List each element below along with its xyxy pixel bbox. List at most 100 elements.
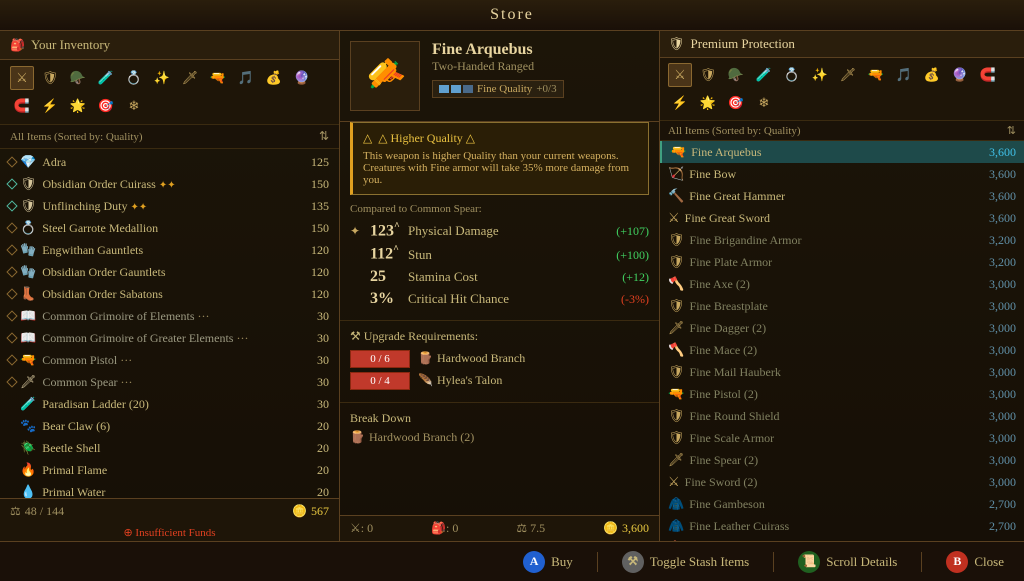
- list-item[interactable]: 🪓 Common Great Axe 180: [660, 537, 1024, 541]
- list-item[interactable]: 🛡 Obsidian Order Cuirass ✦✦ 150: [0, 173, 339, 195]
- list-item[interactable]: 👢 Obsidian Order Sabatons 120: [0, 283, 339, 305]
- list-item[interactable]: 💎 Adra 125: [0, 151, 339, 173]
- list-item[interactable]: 🛡 Fine Round Shield 3,000: [660, 405, 1024, 427]
- list-item[interactable]: 📖 Common Grimoire of Elements ··· 30: [0, 305, 339, 327]
- cat-icon-star[interactable]: 🌟: [66, 94, 90, 118]
- list-item[interactable]: 🛡 Fine Breastplate 3,000: [660, 295, 1024, 317]
- list-item[interactable]: ⚔ Fine Great Sword 3,600: [660, 207, 1024, 229]
- inventory-filter-icon[interactable]: ⇅: [319, 129, 329, 144]
- list-item[interactable]: 🛡 Fine Plate Armor 3,200: [660, 251, 1024, 273]
- store-cat-ring[interactable]: 💍: [780, 63, 804, 87]
- cat-icon-all[interactable]: ⚔: [10, 66, 34, 90]
- store-cat-star[interactable]: 🌟: [696, 91, 720, 115]
- list-item[interactable]: 🐾 Bear Claw (6) 20: [0, 415, 339, 437]
- list-item[interactable]: 🔫 Common Pistol ··· 30: [0, 349, 339, 371]
- list-item[interactable]: 🔫 Fine Pistol (2) 3,000: [660, 383, 1024, 405]
- list-item[interactable]: 🗡 Fine Dagger (2) 3,000: [660, 317, 1024, 339]
- list-item[interactable]: 🧥 Fine Gambeson 2,700: [660, 493, 1024, 515]
- physical-damage-name: Physical Damage: [408, 223, 610, 239]
- cat-icon-target[interactable]: 🎯: [94, 94, 118, 118]
- list-item[interactable]: 🔨 Fine Great Hammer 3,600: [660, 185, 1024, 207]
- store-cat-lightning[interactable]: ⚡: [668, 91, 692, 115]
- item-diamond: [6, 200, 17, 211]
- stat-row: ✦ 123^ Physical Damage (+107): [350, 221, 649, 240]
- list-item[interactable]: 💧 Primal Water 20: [0, 481, 339, 498]
- cat-icon-helm[interactable]: 🪖: [66, 66, 90, 90]
- upgrade-item-2: 🪶 Hylea's Talon: [418, 373, 502, 388]
- cat-icon-shield[interactable]: 🛡: [38, 66, 62, 90]
- list-item[interactable]: 📖 Common Grimoire of Greater Elements ··…: [0, 327, 339, 349]
- list-item[interactable]: 🧤 Engwithan Gauntlets 120: [0, 239, 339, 261]
- list-item[interactable]: 🧪 Paradisan Ladder (20) 30: [0, 393, 339, 415]
- cat-icon-magnet[interactable]: 🧲: [10, 94, 34, 118]
- store-item-icon: 🏹: [668, 166, 684, 182]
- store-item-icon: 🛡: [668, 364, 685, 380]
- item-icon: 🧤: [20, 242, 36, 258]
- store-cat-all[interactable]: ⚔: [668, 63, 692, 87]
- list-item[interactable]: 🛡 Fine Mail Hauberk 3,000: [660, 361, 1024, 383]
- store-cat-potion[interactable]: 🧪: [752, 63, 776, 87]
- cat-icon-gun[interactable]: 🔫: [206, 66, 230, 90]
- store-cat-snowflake[interactable]: ❄: [752, 91, 776, 115]
- quality-badge: Fine Quality +0/3: [432, 80, 564, 98]
- cat-icon-lightning[interactable]: ⚡: [38, 94, 62, 118]
- store-cat-orb[interactable]: 🔮: [948, 63, 972, 87]
- store-cat-shield[interactable]: 🛡: [696, 63, 720, 87]
- cat-icon-potion[interactable]: 🧪: [94, 66, 118, 90]
- store-cat-magic[interactable]: ✨: [808, 63, 832, 87]
- weight-icon: ⚖: [10, 504, 21, 519]
- item-value: 125: [294, 155, 329, 170]
- upgrade-section: ⚒ Upgrade Requirements: 0 / 6 🪵 Hardwood…: [340, 321, 659, 403]
- cat-icon-magic[interactable]: ✨: [150, 66, 174, 90]
- upgrade-item-1: 🪵 Hardwood Branch: [418, 351, 525, 366]
- cat-icon-dagger[interactable]: 🗡: [178, 66, 202, 90]
- store-filter-icon[interactable]: ⇅: [1007, 124, 1016, 137]
- cat-icon-orb[interactable]: 🔮: [290, 66, 314, 90]
- list-item[interactable]: 🔥 Primal Flame 20: [0, 459, 339, 481]
- cat-icon-snowflake[interactable]: ❄: [122, 94, 146, 118]
- cat-icon-ring[interactable]: 💍: [122, 66, 146, 90]
- store-cat-dagger[interactable]: 🗡: [836, 63, 860, 87]
- premium-title: 🛡 Premium Protection: [668, 36, 795, 52]
- item-icon: 🧪: [20, 396, 36, 412]
- close-action[interactable]: B Close: [946, 551, 1004, 573]
- list-item[interactable]: 🔫 Fine Arquebus 3,600: [660, 141, 1024, 163]
- toggle-stash-action[interactable]: ⚒ Toggle Stash Items: [622, 551, 749, 573]
- store-item-name: Fine Dagger (2): [690, 321, 966, 336]
- inventory-icon: 🎒: [10, 38, 25, 53]
- store-cat-gun[interactable]: 🔫: [864, 63, 888, 87]
- store-item-price: 3,000: [971, 299, 1016, 314]
- list-item[interactable]: ⚔ Fine Sword (2) 3,000: [660, 471, 1024, 493]
- list-item[interactable]: 🛡 Fine Scale Armor 3,000: [660, 427, 1024, 449]
- list-item[interactable]: 🧤 Obsidian Order Gauntlets 120: [0, 261, 339, 283]
- list-item[interactable]: 🪓 Fine Mace (2) 3,000: [660, 339, 1024, 361]
- list-item[interactable]: 🛡 Fine Brigandine Armor 3,200: [660, 229, 1024, 251]
- store-cat-target[interactable]: 🎯: [724, 91, 748, 115]
- cat-icon-music[interactable]: 🎵: [234, 66, 258, 90]
- list-item[interactable]: 💍 Steel Garrote Medallion 150: [0, 217, 339, 239]
- list-item[interactable]: 🗡 Fine Spear (2) 3,000: [660, 449, 1024, 471]
- store-cat-coin[interactable]: 💰: [920, 63, 944, 87]
- item-value: 30: [294, 397, 329, 412]
- list-item[interactable]: 🪓 Fine Axe (2) 3,000: [660, 273, 1024, 295]
- divider: [773, 552, 774, 572]
- store-list[interactable]: 🔫 Fine Arquebus 3,600 🏹 Fine Bow 3,600 🔨…: [660, 141, 1024, 541]
- store-cat-helm[interactable]: 🪖: [724, 63, 748, 87]
- list-item[interactable]: 🪲 Beetle Shell 20: [0, 437, 339, 459]
- list-item[interactable]: 🧥 Fine Leather Cuirass 2,700: [660, 515, 1024, 537]
- store-item-price: 3,000: [971, 409, 1016, 424]
- list-item[interactable]: 🛡 Unflinching Duty ✦✦ 135: [0, 195, 339, 217]
- list-item[interactable]: 🗡 Common Spear ··· 30: [0, 371, 339, 393]
- store-cat-music[interactable]: 🎵: [892, 63, 916, 87]
- scroll-details-action[interactable]: 📜 Scroll Details: [798, 551, 897, 573]
- list-item[interactable]: 🏹 Fine Bow 3,600: [660, 163, 1024, 185]
- store-item-price: 3,200: [971, 255, 1016, 270]
- store-item-name: Fine Great Sword: [685, 211, 966, 226]
- breakdown-item-name: Hardwood Branch (2): [369, 430, 474, 445]
- store-cat-magnet[interactable]: 🧲: [976, 63, 1000, 87]
- item-value: 150: [294, 177, 329, 192]
- buy-action[interactable]: A Buy: [523, 551, 573, 573]
- cat-icon-coin[interactable]: 💰: [262, 66, 286, 90]
- inventory-list[interactable]: 💎 Adra 125 🛡 Obsidian Order Cuirass ✦✦ 1…: [0, 149, 339, 498]
- divider: [597, 552, 598, 572]
